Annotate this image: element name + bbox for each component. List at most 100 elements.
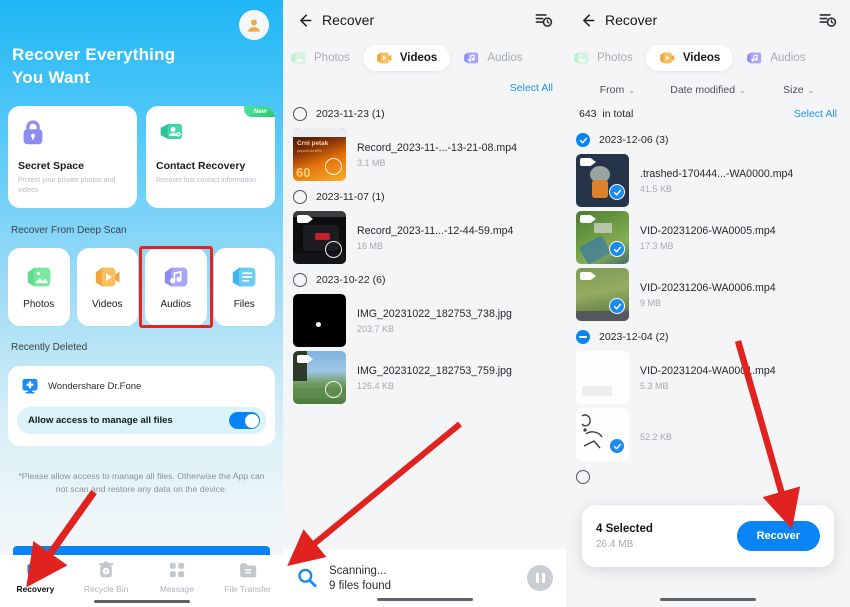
thumbnail-white-blank[interactable] (576, 351, 629, 404)
nav-item-file-transfer[interactable]: File Transfer (212, 560, 283, 594)
app-row-drfone[interactable]: Wondershare Dr.Fone (17, 376, 266, 396)
tab-audios[interactable]: Audios (450, 45, 535, 71)
check-icon (613, 189, 621, 195)
filter-size[interactable]: Size ⌄ (753, 84, 844, 96)
group-checkbox[interactable] (576, 470, 590, 484)
file-info: 52.2 KB (640, 428, 672, 442)
file-size: 203.7 KB (357, 323, 395, 334)
group-date-label: 2023-11-07 (1) (316, 191, 385, 203)
list-item[interactable]: IMG_20231022_182753_738.jpg 203.7 KB (283, 293, 566, 348)
filter-from[interactable]: From ⌄ (572, 84, 663, 96)
thumbnail-landscape-sky[interactable] (293, 351, 346, 404)
thumbnail-aerial-green[interactable] (576, 211, 629, 264)
recovery-history-icon[interactable] (818, 11, 837, 30)
panel3-title: Recover (605, 12, 658, 28)
drfone-icon (22, 378, 38, 394)
list-item[interactable]: VID-20231206-WA0005.mp4 17.3 MB (566, 210, 850, 265)
file-info: .trashed-170444...-WA0000.mp4 41.5 KB (640, 168, 793, 194)
file-name: VID-20231206-WA0006.mp4 (640, 281, 776, 294)
thumbnail-aerial-field[interactable] (576, 268, 629, 321)
panel-scanning-results: Recover Photos Videos Audios Select All … (283, 0, 566, 607)
file-size: 126.4 KB (357, 380, 395, 391)
group-checkbox-partial[interactable] (576, 330, 590, 344)
group-checkbox[interactable] (293, 273, 307, 287)
file-size: 17.3 MB (640, 240, 674, 251)
video-badge-icon (297, 355, 313, 363)
tab-videos[interactable]: Videos (645, 45, 734, 71)
selected-check-icon (609, 298, 625, 314)
panel-home-screen: Recover Everything You Want Secret Space… (0, 0, 283, 607)
back-arrow-icon[interactable] (579, 12, 596, 29)
tile-videos[interactable]: Videos (76, 248, 138, 326)
group-checkbox[interactable] (293, 190, 307, 204)
total-count-number: 643 (579, 108, 597, 120)
tab-photos[interactable]: Photos (566, 45, 646, 71)
list-item[interactable]: .trashed-170444...-WA0000.mp4 41.5 KB (566, 153, 850, 208)
nav-item-message[interactable]: Message (142, 560, 213, 594)
recovery-history-icon[interactable] (534, 11, 553, 30)
lock-icon (23, 120, 43, 145)
three-panel-screenshot: Recover Everything You Want Secret Space… (0, 0, 850, 607)
group-header[interactable]: 2023-12-04 (2) (566, 324, 850, 350)
list-item[interactable]: VID-20231206-WA0006.mp4 9 MB (566, 267, 850, 322)
list-item[interactable]: IMG_20231022_182753_759.jpg 126.4 KB (283, 350, 566, 405)
tab-audios[interactable]: Audios (733, 45, 818, 71)
panel2-header: Recover (283, 0, 566, 40)
list-item[interactable]: Record_2023-11...-12-44-59.mp4 16 MB (283, 210, 566, 265)
back-arrow-icon[interactable] (296, 12, 313, 29)
file-size: 41.5 KB (640, 183, 673, 194)
select-all-link[interactable]: Select All (510, 82, 553, 94)
thumbnail-car-dark[interactable] (293, 211, 346, 264)
tab-label: Photos (314, 52, 350, 64)
list-item[interactable]: Crni petak popusti do 60% 60 Record_2023… (283, 127, 566, 182)
file-name: IMG_20231022_182753_738.jpg (357, 307, 512, 320)
tab-photos[interactable]: Photos (283, 45, 363, 71)
filter-label: Size (783, 84, 804, 96)
total-count-suffix: in total (602, 108, 634, 120)
recover-button[interactable]: Recover (736, 521, 820, 551)
tile-files[interactable]: Files (213, 248, 275, 326)
group-header-partial-cut[interactable] (566, 464, 850, 490)
group-header[interactable]: 2023-10-22 (6) (283, 267, 566, 293)
file-name: Record_2023-11-...-13-21-08.mp4 (357, 141, 517, 154)
user-avatar[interactable] (239, 10, 269, 40)
group-date-label: 2023-10-22 (6) (316, 274, 386, 286)
thumbnail-black-dot[interactable] (293, 294, 346, 347)
group-header[interactable]: 2023-12-06 (3) (566, 127, 850, 153)
filter-date-modified[interactable]: Date modified ⌄ (663, 84, 754, 96)
deep-scan-section-label: Recover From Deep Scan (11, 225, 127, 236)
group-header[interactable]: 2023-11-23 (1) (283, 101, 566, 127)
list-item[interactable]: VID-20231204-WA0001.mp4 5.3 MB (566, 350, 850, 405)
tile-photos[interactable]: Photos (8, 248, 70, 326)
video-badge-icon (580, 272, 596, 280)
thumbnail-sketch-white[interactable] (576, 408, 629, 461)
card-contact-recovery[interactable]: New Contact Recovery Recover lost contac… (146, 106, 275, 208)
file-size: 9 MB (640, 297, 662, 308)
group-checkbox[interactable] (293, 107, 307, 121)
permission-note: *Please allow access to manage all files… (18, 471, 265, 495)
thumbnail-cartoon-dark[interactable] (576, 154, 629, 207)
group-checkbox-checked[interactable] (576, 133, 590, 147)
tab-videos[interactable]: Videos (362, 45, 451, 71)
nav-item-recovery[interactable]: Recovery (0, 560, 71, 594)
nav-item-recycle-bin[interactable]: Recycle Bin (71, 560, 142, 594)
pause-button[interactable] (527, 565, 553, 591)
tab-label: Audios (770, 52, 806, 64)
thumbnail-poster-orange[interactable]: Crni petak popusti do 60% 60 (293, 128, 346, 181)
nav-label: File Transfer (224, 584, 271, 594)
group-date-label: 2023-12-06 (3) (599, 134, 669, 146)
video-badge-icon (580, 215, 596, 223)
select-all-link[interactable]: Select All (794, 108, 837, 120)
toggle-knob (244, 413, 259, 428)
card-secret-space[interactable]: Secret Space Protect your private photos… (8, 106, 137, 208)
check-icon (613, 443, 621, 449)
allow-access-toggle[interactable] (229, 412, 260, 429)
list-item[interactable]: 52.2 KB (566, 407, 850, 462)
group-header[interactable]: 2023-11-07 (1) (283, 184, 566, 210)
tab-label: Videos (399, 52, 438, 64)
allow-access-row[interactable]: Allow access to manage all files (17, 407, 266, 434)
tile-audios[interactable]: Audios (145, 248, 207, 326)
panel2-file-list: 2023-11-23 (1) Crni petak popusti do 60%… (283, 101, 566, 405)
chevron-down-icon: ⌄ (739, 85, 746, 95)
filter-bar: From ⌄ Date modified ⌄ Size ⌄ (566, 76, 850, 102)
